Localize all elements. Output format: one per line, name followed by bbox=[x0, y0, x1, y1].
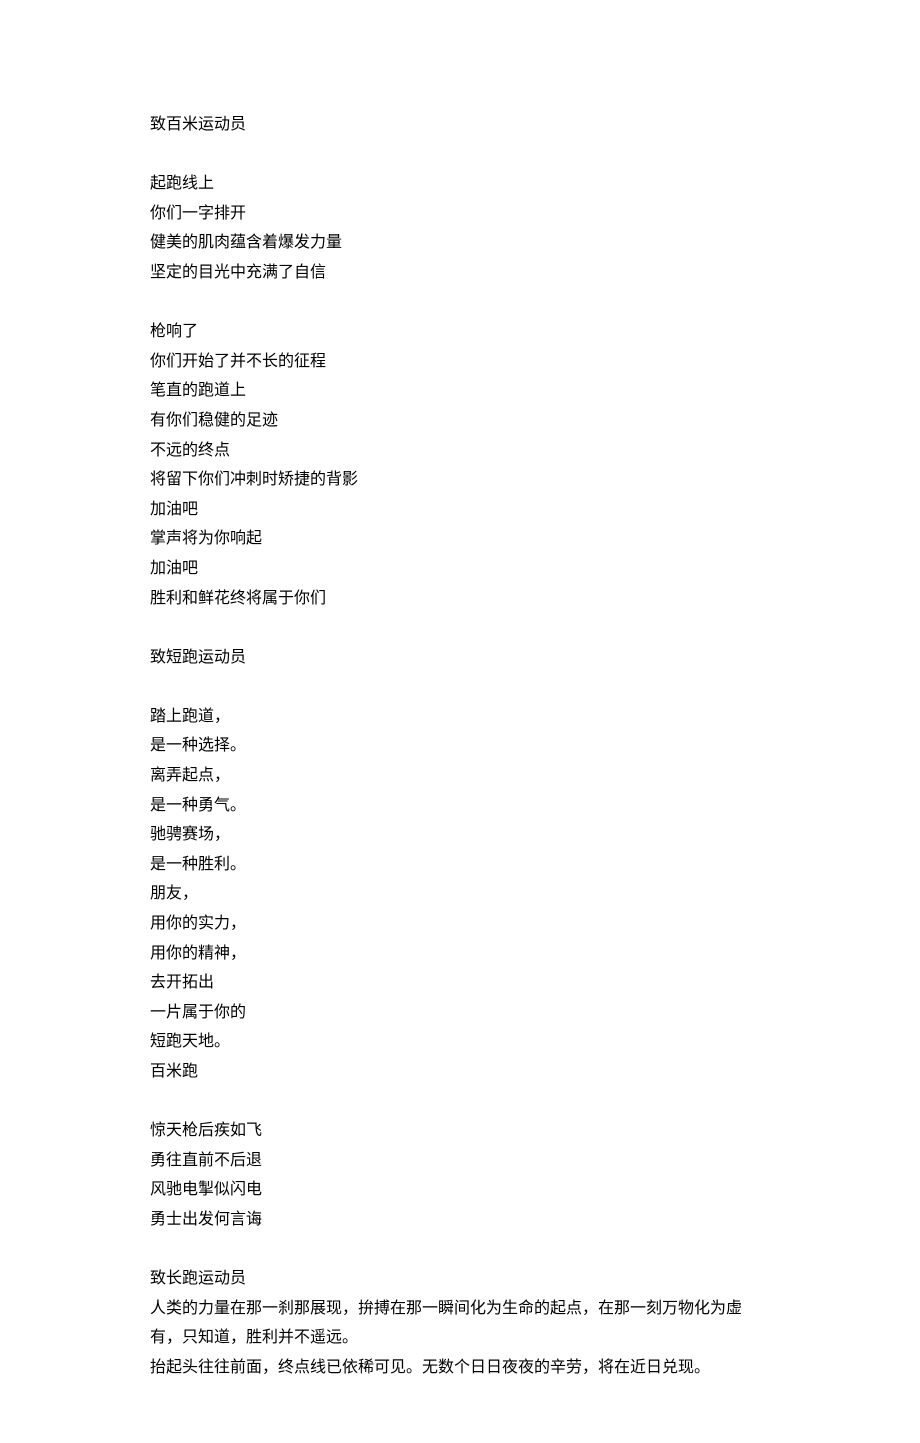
poem-line: 去开拓出 bbox=[150, 968, 770, 998]
poem-line: 将留下你们冲刺时矫捷的背影 bbox=[150, 465, 770, 495]
poem-line: 掌声将为你响起 bbox=[150, 524, 770, 554]
poem-line: 你们一字排开 bbox=[150, 199, 770, 229]
prose-line: 人类的力量在那一刹那展现，拚搏在那一瞬间化为生命的起点，在那一刻万物化为虚有，只… bbox=[150, 1294, 770, 1353]
poem-line: 健美的肌肉蕴含着爆发力量 bbox=[150, 228, 770, 258]
poem-line: 笔直的跑道上 bbox=[150, 376, 770, 406]
poem-line: 有你们稳健的足迹 bbox=[150, 406, 770, 436]
poem-line: 百米跑 bbox=[150, 1057, 770, 1087]
poem-line: 枪响了 bbox=[150, 317, 770, 347]
poem-line: 一片属于你的 bbox=[150, 998, 770, 1028]
blank-line bbox=[150, 1235, 770, 1265]
section-title-3: 致长跑运动员 bbox=[150, 1264, 770, 1294]
poem-line: 勇往直前不后退 bbox=[150, 1146, 770, 1176]
poem-line: 你们开始了并不长的征程 bbox=[150, 347, 770, 377]
poem-line: 惊天枪后疾如飞 bbox=[150, 1116, 770, 1146]
poem-line: 胜利和鲜花终将属于你们 bbox=[150, 584, 770, 614]
blank-line bbox=[150, 1087, 770, 1117]
poem-line: 加油吧 bbox=[150, 554, 770, 584]
prose-line: 抬起头往往前面，终点线已依稀可见。无数个日日夜夜的辛劳，将在近日兑现。 bbox=[150, 1353, 770, 1383]
poem-line: 用你的实力， bbox=[150, 909, 770, 939]
poem-line: 起跑线上 bbox=[150, 169, 770, 199]
poem-line: 是一种胜利。 bbox=[150, 850, 770, 880]
blank-line bbox=[150, 140, 770, 170]
document-content: 致百米运动员 起跑线上 你们一字排开 健美的肌肉蕴含着爆发力量 坚定的目光中充满… bbox=[150, 110, 770, 1383]
poem-line: 勇士出发何言诲 bbox=[150, 1205, 770, 1235]
poem-line: 用你的精神， bbox=[150, 939, 770, 969]
poem-line: 驰骋赛场， bbox=[150, 820, 770, 850]
section-title-2: 致短跑运动员 bbox=[150, 643, 770, 673]
blank-line bbox=[150, 613, 770, 643]
poem-line: 朋友， bbox=[150, 879, 770, 909]
poem-line: 坚定的目光中充满了自信 bbox=[150, 258, 770, 288]
poem-line: 短跑天地。 bbox=[150, 1027, 770, 1057]
poem-line: 风驰电掣似闪电 bbox=[150, 1175, 770, 1205]
poem-line: 离弄起点， bbox=[150, 761, 770, 791]
poem-line: 不远的终点 bbox=[150, 436, 770, 466]
section-title-1: 致百米运动员 bbox=[150, 110, 770, 140]
blank-line bbox=[150, 672, 770, 702]
poem-line: 加油吧 bbox=[150, 495, 770, 525]
poem-line: 踏上跑道， bbox=[150, 702, 770, 732]
blank-line bbox=[150, 288, 770, 318]
poem-line: 是一种选择。 bbox=[150, 731, 770, 761]
poem-line: 是一种勇气。 bbox=[150, 791, 770, 821]
